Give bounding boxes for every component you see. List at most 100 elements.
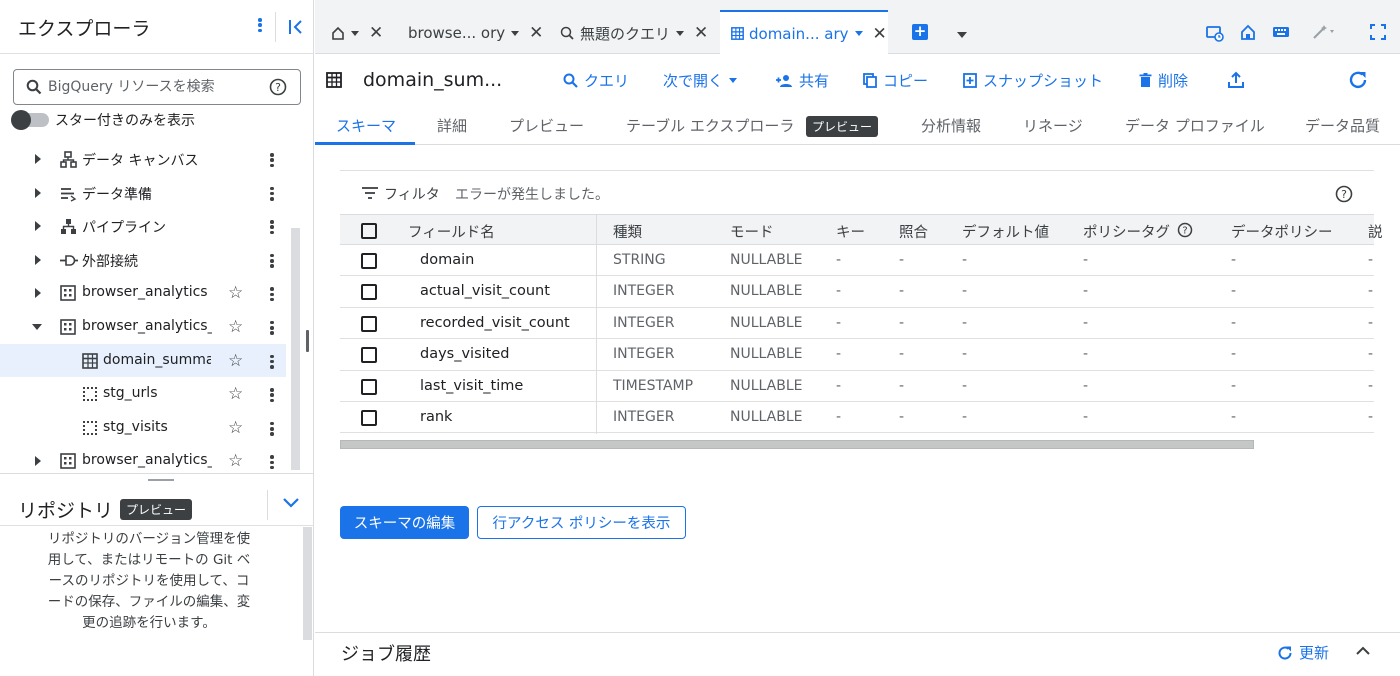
expand-arrow-icon[interactable] — [35, 187, 41, 198]
tree-item-external-connections[interactable]: 外部接続 — [0, 243, 286, 277]
select-all-checkbox[interactable] — [361, 223, 377, 239]
column-header[interactable]: 種類 — [613, 221, 642, 242]
tab-home[interactable]: ✕ — [331, 12, 383, 54]
column-header[interactable]: 照合 — [899, 221, 928, 242]
more-tabs-caret-icon[interactable] — [957, 32, 967, 38]
table-row[interactable]: actual_visit_count INTEGER NULLABLE - - … — [340, 276, 1374, 308]
star-icon[interactable]: ☆ — [228, 451, 243, 471]
tree-item-view[interactable]: stg_visits ☆ — [0, 411, 286, 445]
expand-arrow-icon[interactable] — [35, 456, 41, 467]
resource-search[interactable]: ? — [13, 69, 301, 105]
resize-handle[interactable] — [306, 330, 309, 352]
view-row-access-policies-button[interactable]: 行アクセス ポリシーを表示 — [477, 506, 686, 539]
fullscreen-icon[interactable] — [1370, 24, 1386, 40]
more-icon[interactable] — [270, 421, 274, 436]
close-icon[interactable]: ✕ — [873, 24, 887, 44]
snapshot-button[interactable]: スナップショット — [963, 70, 1103, 91]
delete-button[interactable]: 削除 — [1139, 70, 1188, 91]
refresh-icon[interactable] — [1347, 69, 1369, 91]
table-row[interactable]: domain STRING NULLABLE - - - - - - — [340, 245, 1374, 277]
more-icon[interactable] — [270, 320, 274, 335]
more-icon[interactable] — [270, 455, 274, 470]
collapse-panel-icon[interactable] — [286, 16, 308, 38]
export-icon[interactable] — [1227, 71, 1245, 89]
tab-menu-caret-icon[interactable] — [351, 30, 359, 36]
keyboard-icon[interactable] — [1272, 24, 1290, 40]
row-checkbox[interactable] — [361, 347, 377, 364]
column-header[interactable]: 説 — [1368, 221, 1383, 242]
repository-scrollbar[interactable] — [303, 527, 312, 640]
row-checkbox[interactable] — [361, 409, 377, 426]
starred-only-toggle[interactable]: スター付きのみを表示 — [11, 110, 195, 130]
open-in-button[interactable]: 次で開く — [663, 70, 738, 91]
tree-item-data-prep[interactable]: データ準備 — [0, 176, 286, 210]
schedule-icon[interactable] — [1206, 24, 1224, 42]
column-header[interactable]: フィールド名 — [408, 221, 495, 242]
close-icon[interactable]: ✕ — [529, 23, 543, 43]
help-icon[interactable]: ? — [1177, 222, 1193, 238]
star-icon[interactable]: ☆ — [228, 351, 243, 371]
more-icon[interactable] — [270, 253, 274, 268]
share-button[interactable]: 共有 — [775, 70, 829, 91]
tab-browser-history[interactable]: browse... ory ✕ — [408, 12, 543, 54]
more-icon[interactable] — [270, 153, 274, 167]
column-header[interactable]: データポリシー — [1231, 221, 1333, 242]
tab-menu-caret-icon[interactable] — [511, 30, 520, 36]
explorer-scrollbar[interactable] — [291, 228, 300, 470]
home-icon[interactable] — [1240, 24, 1256, 40]
tab-table-explorer[interactable]: テーブル エクスプローラ — [626, 115, 794, 136]
more-icon[interactable] — [270, 186, 274, 201]
toggle-switch[interactable] — [11, 110, 49, 130]
table-row[interactable]: days_visited INTEGER NULLABLE - - - - - … — [340, 339, 1374, 371]
column-header[interactable]: キー — [836, 221, 865, 242]
chevron-down-icon[interactable] — [282, 497, 300, 509]
column-header[interactable]: モード — [730, 221, 774, 242]
magic-wand-icon[interactable] — [1312, 24, 1338, 40]
star-icon[interactable]: ☆ — [228, 317, 243, 337]
table-row[interactable]: rank INTEGER NULLABLE - - - - - - — [340, 402, 1374, 434]
tab-data-profile[interactable]: データ プロファイル — [1125, 115, 1265, 136]
expand-arrow-icon[interactable] — [35, 254, 41, 265]
tree-item-dataset[interactable]: browser_analytics_c ☆ — [0, 310, 286, 344]
star-icon[interactable]: ☆ — [228, 418, 243, 438]
close-icon[interactable]: ✕ — [369, 23, 383, 43]
tree-item-table-selected[interactable]: domain_summar ☆ — [0, 343, 286, 378]
tree-item-data-canvas[interactable]: データ キャンバス — [0, 142, 286, 176]
tab-details[interactable]: 詳細 — [437, 115, 467, 136]
chevron-up-icon[interactable] — [1355, 645, 1371, 657]
tab-domain-summary[interactable]: domain... ary ✕ — [720, 10, 888, 55]
more-icon[interactable] — [270, 287, 274, 302]
row-checkbox[interactable] — [361, 378, 377, 395]
tree-item-dataset[interactable]: browser_analytics ☆ — [0, 276, 286, 310]
tree-item-pipeline[interactable]: パイプライン — [0, 209, 286, 243]
row-checkbox[interactable] — [361, 284, 377, 301]
star-icon[interactable]: ☆ — [228, 384, 243, 404]
tab-menu-caret-icon[interactable] — [854, 31, 863, 36]
expand-arrow-icon[interactable] — [35, 154, 41, 164]
row-checkbox[interactable] — [361, 315, 377, 332]
table-row[interactable]: recorded_visit_count INTEGER NULLABLE - … — [340, 308, 1374, 340]
search-input[interactable] — [48, 76, 258, 98]
row-checkbox[interactable] — [361, 253, 377, 269]
tab-lineage[interactable]: リネージ — [1023, 115, 1083, 136]
close-icon[interactable]: ✕ — [694, 23, 708, 43]
tab-data-quality[interactable]: データ品質 — [1305, 115, 1380, 136]
help-icon[interactable]: ? — [269, 78, 287, 96]
more-icon[interactable] — [270, 388, 274, 403]
column-divider[interactable] — [596, 214, 597, 434]
more-icon[interactable] — [270, 354, 274, 369]
query-button[interactable]: クエリ — [563, 70, 629, 91]
more-icon[interactable] — [270, 220, 274, 235]
star-icon[interactable]: ☆ — [228, 283, 243, 303]
tree-item-view[interactable]: stg_urls ☆ — [0, 377, 286, 411]
column-header[interactable]: デフォルト値 — [962, 221, 1049, 242]
tab-schema[interactable]: スキーマ — [336, 115, 396, 136]
tab-menu-caret-icon[interactable] — [676, 30, 685, 36]
edit-schema-button[interactable]: スキーマの編集 — [340, 506, 469, 539]
new-tab-button[interactable]: + — [912, 24, 928, 40]
tab-insights[interactable]: 分析情報 — [921, 115, 981, 136]
table-row[interactable]: last_visit_time TIMESTAMP NULLABLE - - -… — [340, 371, 1374, 402]
horizontal-scrollbar[interactable] — [340, 440, 1254, 449]
help-icon[interactable]: ? — [1335, 185, 1353, 203]
drag-handle[interactable] — [148, 479, 174, 481]
